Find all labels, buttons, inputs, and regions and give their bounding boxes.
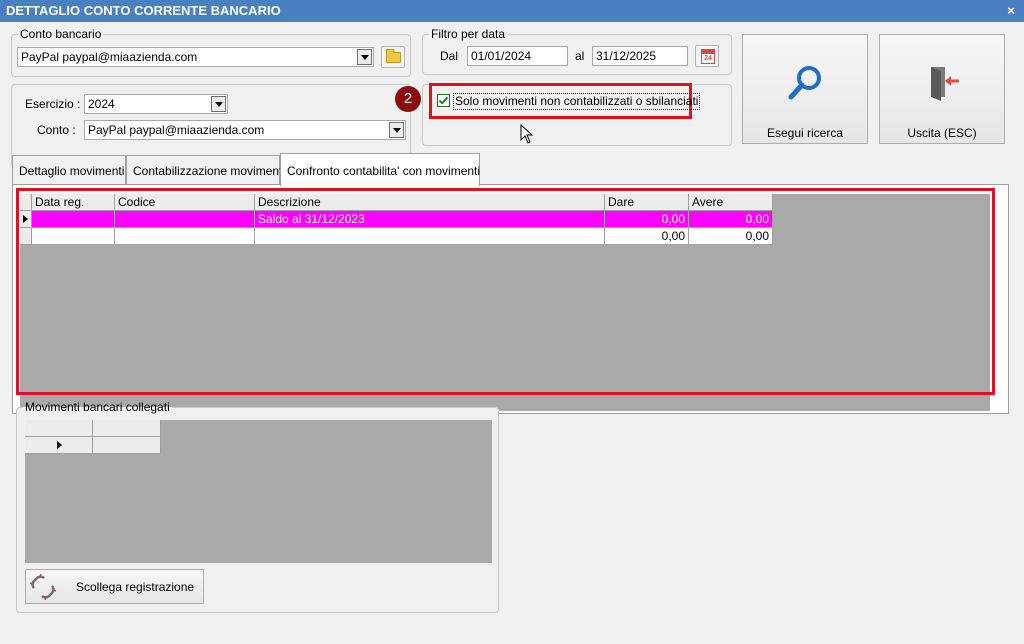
open-folder-button[interactable] [381,46,405,68]
chevron-down-icon[interactable] [389,122,404,138]
solo-movimenti-checkbox[interactable] [437,94,450,107]
filtro-data-legend: Filtro per data [431,27,506,41]
broken-link-icon [30,574,56,600]
conto-bancario-select[interactable]: PayPal paypal@miaazienda.com [17,47,374,67]
close-icon[interactable]: × [1004,0,1018,22]
calendar-button[interactable]: 24 [695,45,719,67]
tab-confronto-contabilita[interactable]: Confronto contabilita' con movimenti [280,153,480,186]
folder-icon [386,49,401,63]
scollega-registrazione-button[interactable]: Scollega registrazione [25,569,204,604]
tab-dettaglio-movimenti[interactable]: Dettaglio movimenti [12,155,126,186]
movimenti-collegati-legend: Movimenti bancari collegati [25,400,170,414]
date-from-input[interactable]: 01/01/2024 [467,46,568,66]
esegui-ricerca-button[interactable]: Esegui ricerca [742,34,868,144]
chevron-down-icon[interactable] [211,96,226,112]
check-icon [438,96,449,105]
uscita-button[interactable]: Uscita (ESC) [879,34,1005,144]
solo-movimenti-label[interactable]: Solo movimenti non contabilizzati o sbil… [453,93,701,110]
movimenti-collegati-grid[interactable] [25,420,492,563]
exit-door-icon [931,67,959,101]
tab-contabilizzazione-movimenti[interactable]: Contabilizzazione movimenti [126,155,285,186]
esercizio-label: Esercizio : [25,97,81,111]
conto-bancario-value: PayPal paypal@miaazienda.com [21,50,198,64]
scollega-registrazione-label: Scollega registrazione [76,580,195,594]
esercizio-value: 2024 [88,97,115,111]
search-icon [788,66,821,100]
title-bar: DETTAGLIO CONTO CORRENTE BANCARIO × [0,0,1024,22]
chevron-down-icon[interactable] [357,49,372,65]
esegui-ricerca-label: Esegui ricerca [766,126,844,140]
step-badge: 2 [395,86,421,112]
date-to-input[interactable]: 31/12/2025 [592,46,688,66]
conto-value: PayPal paypal@miaazienda.com [88,123,265,137]
mouse-cursor-icon [520,124,534,144]
annotation-highlight-grid [16,188,995,395]
uscita-label: Uscita (ESC) [907,126,977,140]
column-header [93,420,161,437]
al-label: al [575,49,585,63]
conto-bancario-legend: Conto bancario [20,27,102,41]
calendar-icon: 24 [701,49,715,64]
row-pointer-icon [57,441,62,449]
window-title: DETTAGLIO CONTO CORRENTE BANCARIO [6,3,281,18]
conto-select[interactable]: PayPal paypal@miaazienda.com [84,120,406,140]
column-header [25,420,93,437]
table-cell[interactable] [93,437,161,454]
row-selector[interactable] [25,437,93,454]
main-window: Conto bancario PayPal paypal@miaazienda.… [0,22,1024,644]
conto-label: Conto : [37,123,76,137]
esercizio-select[interactable]: 2024 [84,94,228,114]
dal-label: Dal [440,49,459,63]
